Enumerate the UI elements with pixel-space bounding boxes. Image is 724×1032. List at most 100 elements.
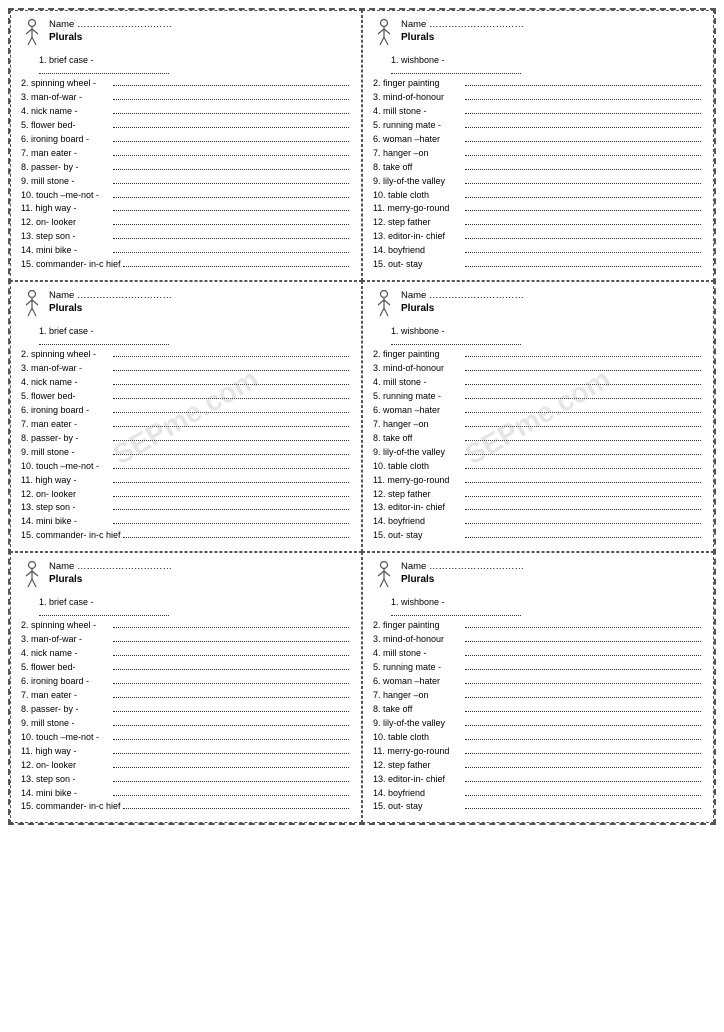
item-label: 14. boyfriend <box>373 244 463 258</box>
item-label: 11. merry-go-round <box>373 745 463 759</box>
list-item: 5. flower bed- <box>21 390 351 404</box>
list-item: 4. nick name - <box>21 105 351 119</box>
list-item: 6. ironing board - <box>21 133 351 147</box>
item-label: 15. out- stay <box>373 800 463 814</box>
items-list: 2. finger painting3. mind-of-honour4. mi… <box>373 348 703 543</box>
item-dots <box>113 669 349 670</box>
item-dots <box>465 669 701 670</box>
list-item: 2. finger painting <box>373 348 703 362</box>
item-dots <box>465 155 701 156</box>
first-item: 1. brief case - <box>39 326 351 336</box>
item-dots <box>465 509 701 510</box>
item-dots <box>465 697 701 698</box>
item-dots <box>113 496 349 497</box>
item-dots <box>465 224 701 225</box>
list-item: 11. merry-go-round <box>373 745 703 759</box>
item-dots <box>465 183 701 184</box>
item-dots <box>113 795 349 796</box>
section-title: Plurals <box>401 32 703 43</box>
list-item: 8. passer- by - <box>21 703 351 717</box>
item-label: 6. ironing board - <box>21 404 111 418</box>
item-dots <box>113 711 349 712</box>
list-item: 7. hanger –on <box>373 418 703 432</box>
list-item: 7. man eater - <box>21 689 351 703</box>
list-item: 5. flower bed- <box>21 661 351 675</box>
item-dots <box>113 739 349 740</box>
list-item: 6. woman –hater <box>373 675 703 689</box>
list-item: 3. man-of-war - <box>21 633 351 647</box>
item-label: 14. boyfriend <box>373 787 463 801</box>
item-dots <box>123 537 349 538</box>
first-item-dots <box>39 339 169 345</box>
items-list: 2. finger painting3. mind-of-honour4. mi… <box>373 77 703 272</box>
item-label: 7. hanger –on <box>373 689 463 703</box>
item-label: 2. spinning wheel - <box>21 348 111 362</box>
item-label: 5. running mate - <box>373 390 463 404</box>
item-label: 11. merry-go-round <box>373 202 463 216</box>
item-label: 13. editor-in- chief <box>373 230 463 244</box>
list-item: 15. commander- in-c hief <box>21 800 351 814</box>
item-dots <box>113 641 349 642</box>
list-item: 3. mind-of-honour <box>373 362 703 376</box>
name-line: Name ………………………… <box>401 290 703 301</box>
item-label: 2. spinning wheel - <box>21 619 111 633</box>
first-item-dots <box>39 610 169 616</box>
item-dots <box>113 224 349 225</box>
list-item: 14. mini bike - <box>21 244 351 258</box>
item-dots <box>113 141 349 142</box>
item-label: 6. woman –hater <box>373 133 463 147</box>
item-label: 4. nick name - <box>21 647 111 661</box>
list-item: 14. boyfriend <box>373 787 703 801</box>
list-item: 3. mind-of-honour <box>373 91 703 105</box>
item-label: 9. lily-of-the valley <box>373 717 463 731</box>
item-label: 9. lily-of-the valley <box>373 446 463 460</box>
item-dots <box>465 238 701 239</box>
item-dots <box>465 426 701 427</box>
item-label: 6. ironing board - <box>21 675 111 689</box>
list-item: 12. on- looker <box>21 488 351 502</box>
list-item: 9. mill stone - <box>21 446 351 460</box>
list-item: 7. man eater - <box>21 418 351 432</box>
item-dots <box>113 356 349 357</box>
cell-top-left-1: Name …………………………Plurals1. brief case -2. … <box>10 10 362 281</box>
item-dots <box>113 238 349 239</box>
list-item: 9. mill stone - <box>21 717 351 731</box>
item-dots <box>465 85 701 86</box>
section-title: Plurals <box>49 32 351 43</box>
item-dots <box>465 739 701 740</box>
list-item: 10. touch –me-not - <box>21 189 351 203</box>
item-dots <box>113 99 349 100</box>
list-item: 14. boyfriend <box>373 244 703 258</box>
item-label: 14. mini bike - <box>21 787 111 801</box>
list-item: 2. spinning wheel - <box>21 348 351 362</box>
item-label: 4. mill stone - <box>373 105 463 119</box>
item-label: 6. woman –hater <box>373 404 463 418</box>
item-label: 15. out- stay <box>373 258 463 272</box>
list-item: 6. ironing board - <box>21 675 351 689</box>
list-item: 2. spinning wheel - <box>21 619 351 633</box>
item-dots <box>465 725 701 726</box>
item-label: 9. lily-of-the valley <box>373 175 463 189</box>
item-label: 12. on- looker <box>21 488 111 502</box>
item-label: 4. nick name - <box>21 105 111 119</box>
items-list: 2. spinning wheel -3. man-of-war -4. nic… <box>21 619 351 814</box>
item-dots <box>465 398 701 399</box>
first-item: 1. brief case - <box>39 55 351 65</box>
item-dots <box>465 683 701 684</box>
item-dots <box>113 398 349 399</box>
item-dots <box>465 641 701 642</box>
item-dots <box>465 127 701 128</box>
item-label: 10. touch –me-not - <box>21 189 111 203</box>
items-list: 2. spinning wheel -3. man-of-war -4. nic… <box>21 348 351 543</box>
item-label: 2. finger painting <box>373 619 463 633</box>
list-item: 9. lily-of-the valley <box>373 175 703 189</box>
item-dots <box>465 113 701 114</box>
name-line: Name ………………………… <box>49 561 351 572</box>
item-dots <box>465 454 701 455</box>
item-label: 12. step father <box>373 488 463 502</box>
item-dots <box>113 440 349 441</box>
item-label: 13. step son - <box>21 773 111 787</box>
child-icon <box>21 561 43 593</box>
item-label: 3. mind-of-honour <box>373 362 463 376</box>
list-item: 8. passer- by - <box>21 432 351 446</box>
